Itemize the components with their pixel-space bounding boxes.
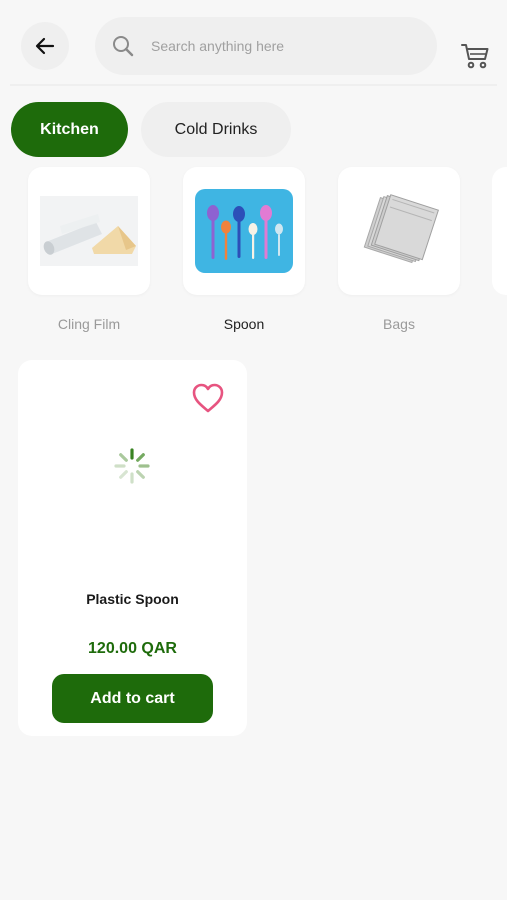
header-divider: [10, 84, 497, 86]
subcategory-label: Bags: [383, 316, 415, 332]
subcategory-bags[interactable]: [338, 167, 460, 295]
product-price: 120.00 QAR: [88, 640, 177, 657]
tab-cold-drinks[interactable]: Cold Drinks: [141, 102, 291, 157]
arrow-left-icon: [35, 37, 55, 55]
product-name: Plastic Spoon: [86, 591, 179, 607]
add-to-cart-button[interactable]: Add to cart: [52, 674, 213, 723]
back-button[interactable]: [21, 22, 69, 70]
search-icon: [113, 36, 134, 57]
subcategory-label: Cling Film: [57, 316, 121, 332]
search-input[interactable]: [151, 38, 411, 54]
search-bar[interactable]: [95, 17, 437, 75]
add-to-cart-label: Add to cart: [90, 689, 175, 707]
header: [0, 0, 507, 88]
cling-film-image: [40, 196, 138, 266]
bags-image: [363, 194, 439, 264]
tab-label: Cold Drinks: [174, 120, 258, 138]
subcategory-next-peek[interactable]: [492, 167, 507, 295]
tab-label: Kitchen: [40, 120, 99, 138]
spoon-image: [195, 189, 293, 273]
heart-outline-icon: [192, 383, 224, 413]
subcategory-spoon[interactable]: [183, 167, 305, 295]
tab-kitchen[interactable]: Kitchen: [11, 102, 128, 157]
subcategory-cling-film[interactable]: [28, 167, 150, 295]
cart-button[interactable]: [460, 42, 490, 70]
loading-spinner-icon: [114, 448, 150, 484]
favorite-button[interactable]: [191, 382, 225, 414]
cart-icon: [461, 44, 489, 69]
screen: Kitchen Cold Drinks Cling Film: [0, 0, 507, 900]
product-card[interactable]: Plastic Spoon 120.00 QAR Add to cart: [18, 360, 247, 736]
subcategory-label: Spoon: [223, 316, 265, 332]
